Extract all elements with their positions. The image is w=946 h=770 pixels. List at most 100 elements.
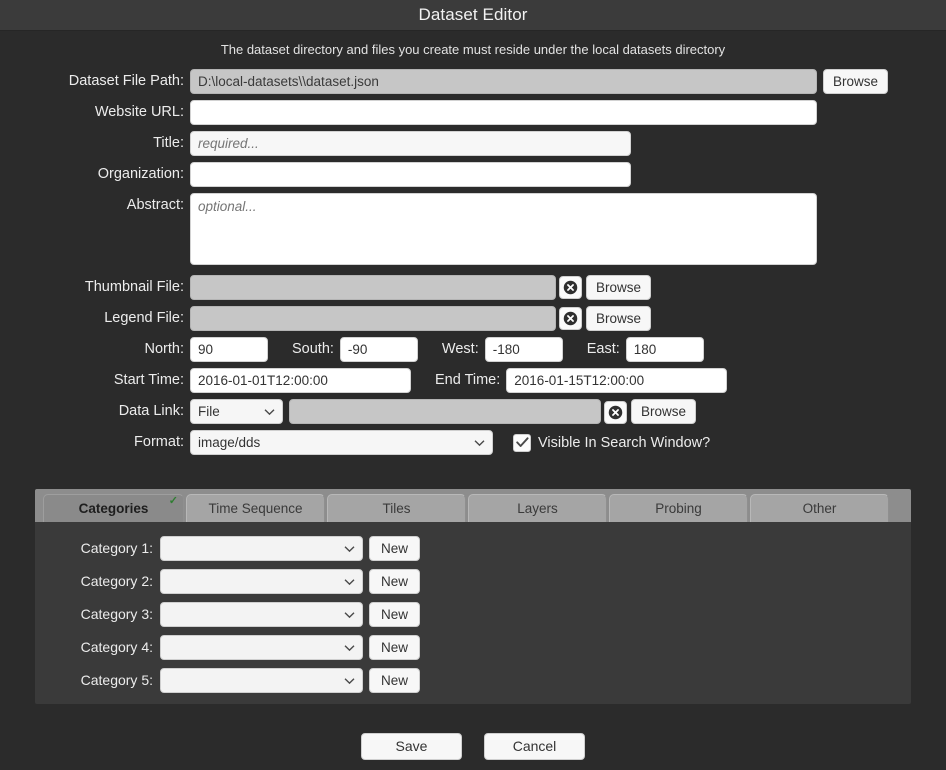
category-3-select[interactable]	[160, 602, 363, 627]
thumbnail-file-browse-button[interactable]: Browse	[586, 275, 652, 300]
tab-time-sequence-label: Time Sequence	[208, 501, 303, 516]
label-data-link: Data Link:	[118, 403, 184, 419]
label-format: Format:	[134, 434, 184, 450]
label-category-5: Category 5:	[80, 672, 153, 688]
label-category-3: Category 3:	[80, 606, 153, 622]
category-4-new-button[interactable]: New	[369, 635, 420, 660]
category-4-select-wrap	[160, 635, 363, 660]
visible-in-search-checkbox[interactable]	[513, 433, 531, 452]
start-time-input[interactable]	[190, 368, 411, 393]
tab-content-categories: Category 1: New Category 2: New Category…	[35, 522, 911, 704]
west-input[interactable]	[484, 337, 563, 362]
category-1-new-button[interactable]: New	[369, 536, 420, 561]
cancel-button[interactable]: Cancel	[484, 733, 585, 760]
category-3-new-button[interactable]: New	[369, 602, 420, 627]
thumbnail-file-input[interactable]	[190, 275, 556, 300]
category-3-select-wrap	[160, 602, 363, 627]
tab-probing-label: Probing	[655, 501, 702, 516]
category-2-new-button[interactable]: New	[369, 569, 420, 594]
row-dataset-file-path: Dataset File Path: Browse	[0, 69, 946, 94]
editor-tab-panel: Categories ✓ Time Sequence Tiles Layers …	[35, 489, 911, 704]
tab-time-sequence[interactable]: Time Sequence	[186, 494, 325, 522]
label-end-time: End Time:	[435, 372, 501, 388]
title-input[interactable]	[190, 131, 631, 156]
category-5-new-button[interactable]: New	[369, 668, 420, 693]
end-time-input[interactable]	[506, 368, 728, 393]
label-legend-file: Legend File:	[104, 310, 184, 326]
tab-categories-label: Categories	[78, 501, 149, 516]
label-south: South:	[292, 341, 334, 357]
row-organization: Organization:	[0, 162, 946, 187]
label-category-4: Category 4:	[80, 639, 153, 655]
label-organization: Organization:	[97, 166, 184, 182]
row-bounds: North: South: West: East:	[0, 337, 946, 362]
row-data-link: Data Link: File Browse	[0, 399, 946, 424]
dataset-file-path-browse-button[interactable]: Browse	[823, 69, 889, 94]
label-north: North:	[144, 341, 185, 357]
data-link-type-select[interactable]: File	[190, 399, 283, 424]
row-category-1: Category 1: New	[35, 536, 911, 561]
data-link-clear-button[interactable]	[604, 400, 627, 424]
data-link-type-select-wrap: File	[190, 399, 283, 424]
east-input[interactable]	[625, 337, 704, 362]
dataset-file-path-input[interactable]	[190, 69, 817, 94]
tab-layers-label: Layers	[517, 501, 558, 516]
circle-x-icon	[563, 311, 578, 326]
tab-categories-check-icon: ✓	[168, 495, 178, 507]
checkmark-icon	[515, 437, 529, 447]
tab-other[interactable]: Other	[750, 494, 889, 522]
legend-file-browse-button[interactable]: Browse	[586, 306, 652, 331]
row-thumbnail-file: Thumbnail File: Browse	[0, 275, 946, 300]
label-category-2: Category 2:	[80, 573, 153, 589]
format-select-wrap: image/dds	[190, 430, 493, 455]
tab-strip: Categories ✓ Time Sequence Tiles Layers …	[35, 489, 911, 522]
category-1-select[interactable]	[160, 536, 363, 561]
category-5-select-wrap	[160, 668, 363, 693]
data-link-path-input[interactable]	[289, 399, 601, 424]
label-thumbnail-file: Thumbnail File:	[84, 279, 184, 295]
abstract-textarea[interactable]	[190, 193, 817, 265]
category-2-select[interactable]	[160, 569, 363, 594]
organization-input[interactable]	[190, 162, 631, 187]
legend-file-clear-button[interactable]	[559, 307, 582, 330]
row-times: Start Time: End Time:	[0, 368, 946, 393]
row-category-4: Category 4: New	[35, 635, 911, 660]
row-category-3: Category 3: New	[35, 602, 911, 627]
save-button[interactable]: Save	[361, 733, 462, 760]
north-input[interactable]	[190, 337, 268, 362]
label-website-url: Website URL:	[94, 104, 184, 120]
tab-probing[interactable]: Probing	[609, 494, 748, 522]
category-4-select[interactable]	[160, 635, 363, 660]
label-category-1: Category 1:	[80, 540, 153, 556]
label-dataset-file-path: Dataset File Path:	[68, 73, 184, 89]
label-start-time: Start Time:	[113, 372, 184, 388]
circle-x-icon	[608, 405, 623, 420]
legend-file-input[interactable]	[190, 306, 556, 331]
south-input[interactable]	[339, 337, 418, 362]
format-select[interactable]: image/dds	[190, 430, 493, 455]
window-titlebar: Dataset Editor	[0, 0, 946, 31]
category-2-select-wrap	[160, 569, 363, 594]
tab-categories[interactable]: Categories ✓	[43, 494, 184, 522]
dataset-form: Dataset File Path: Browse Website URL: T…	[0, 69, 946, 455]
dialog-footer: Save Cancel	[0, 733, 946, 760]
tab-tiles[interactable]: Tiles	[327, 494, 466, 522]
label-title: Title:	[153, 135, 184, 151]
website-url-input[interactable]	[190, 100, 817, 125]
row-category-5: Category 5: New	[35, 668, 911, 693]
tab-layers[interactable]: Layers	[468, 494, 607, 522]
page-title: Dataset Editor	[418, 5, 528, 24]
row-abstract: Abstract:	[0, 193, 946, 265]
visible-in-search-label: Visible In Search Window?	[538, 434, 711, 451]
data-link-browse-button[interactable]: Browse	[631, 399, 697, 424]
tab-other-label: Other	[802, 501, 837, 516]
tab-tiles-label: Tiles	[382, 501, 411, 516]
thumbnail-file-clear-button[interactable]	[559, 276, 582, 299]
category-5-select[interactable]	[160, 668, 363, 693]
row-legend-file: Legend File: Browse	[0, 306, 946, 331]
row-title: Title:	[0, 131, 946, 156]
label-west: West:	[441, 341, 479, 357]
label-abstract: Abstract:	[126, 197, 184, 213]
visible-in-search-checkbox-group[interactable]: Visible In Search Window?	[513, 433, 711, 452]
row-category-2: Category 2: New	[35, 569, 911, 594]
